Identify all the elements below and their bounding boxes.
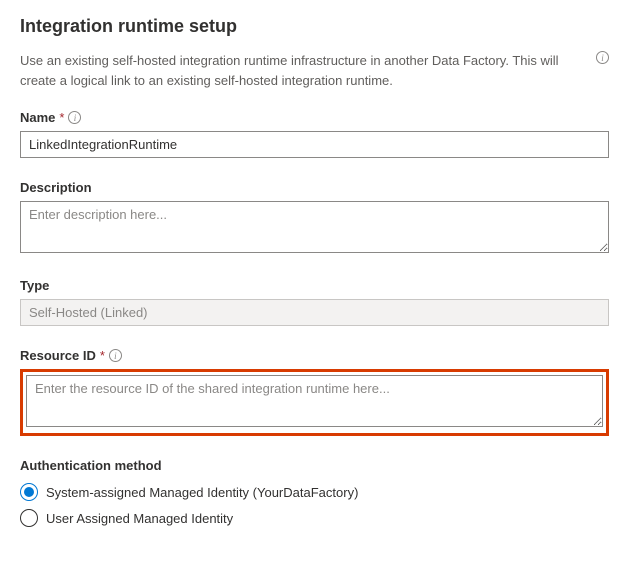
type-value: Self-Hosted (Linked) [20,299,609,326]
auth-label: Authentication method [20,458,162,473]
auth-option-label: User Assigned Managed Identity [46,511,233,526]
auth-option-system-assigned[interactable]: System-assigned Managed Identity (YourDa… [20,479,609,505]
auth-option-label: System-assigned Managed Identity (YourDa… [46,485,358,500]
name-field-group: Name * i [20,110,609,158]
intro-text: Use an existing self-hosted integration … [20,51,588,90]
resource-id-label: Resource ID [20,348,96,363]
resource-id-field-group: Resource ID * i [20,348,609,436]
name-input[interactable] [20,131,609,158]
info-icon[interactable]: i [68,111,81,124]
required-marker: * [59,110,64,125]
info-icon[interactable]: i [596,51,609,64]
type-label: Type [20,278,49,293]
radio-icon [20,509,38,527]
resource-id-input[interactable] [26,375,603,427]
page-title: Integration runtime setup [20,16,609,37]
info-icon[interactable]: i [109,349,122,362]
name-label: Name [20,110,55,125]
description-label: Description [20,180,92,195]
description-input[interactable] [20,201,609,253]
radio-icon [20,483,38,501]
description-field-group: Description [20,180,609,256]
auth-option-user-assigned[interactable]: User Assigned Managed Identity [20,505,609,531]
required-marker: * [100,348,105,363]
auth-field-group: Authentication method System-assigned Ma… [20,458,609,531]
type-field-group: Type Self-Hosted (Linked) [20,278,609,326]
